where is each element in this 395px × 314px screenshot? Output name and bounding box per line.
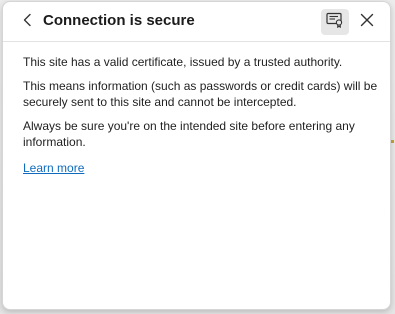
- view-certificate-button[interactable]: [321, 9, 349, 35]
- caution-text: Always be sure you're on the intended si…: [23, 119, 355, 149]
- close-button[interactable]: [355, 10, 379, 34]
- background-edge-mark: [391, 140, 394, 143]
- chevron-left-icon: [22, 13, 34, 32]
- secure-transfer-text: This means information (such as password…: [23, 79, 378, 109]
- back-button[interactable]: [17, 11, 39, 33]
- flyout-header: Connection is secure: [3, 2, 390, 42]
- learn-more-link[interactable]: Learn more: [23, 160, 84, 176]
- close-icon: [360, 13, 374, 32]
- certificate-icon: [326, 12, 344, 33]
- flyout-title: Connection is secure: [43, 12, 195, 29]
- flyout-content: This site has a valid certificate, issue…: [23, 54, 378, 176]
- certificate-valid-text: This site has a valid certificate, issue…: [23, 55, 343, 69]
- site-info-flyout: Connection is secure This site has a val…: [2, 1, 391, 310]
